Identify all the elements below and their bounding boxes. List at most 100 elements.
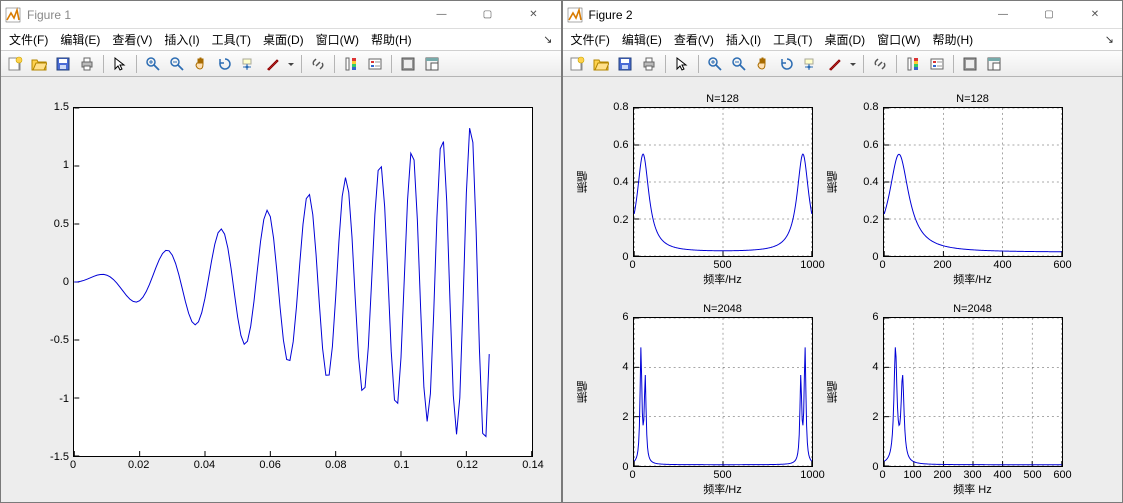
plot-area-1: 00.020.040.060.080.10.120.14-1.5-1-0.500… (1, 77, 561, 502)
link-button[interactable] (869, 53, 891, 75)
menu-file[interactable]: 文件(F) (565, 29, 616, 50)
xtick-label: 600 (1053, 469, 1071, 481)
menu-help[interactable]: 帮助(H) (926, 29, 979, 50)
xtick-label: 0.1 (394, 459, 409, 471)
menubar-expand-icon[interactable]: ↘ (537, 31, 558, 48)
ytick-label: -1 (59, 393, 69, 405)
open-button[interactable] (590, 53, 612, 75)
xtick-label: 0.06 (259, 459, 280, 471)
pointer-button[interactable] (671, 53, 693, 75)
ytick-label: 6 (622, 311, 628, 323)
dropdown-button[interactable] (848, 53, 858, 75)
xtick-label: 0.14 (522, 459, 543, 471)
ytick-label: 4 (872, 361, 878, 373)
axes-xlabel: 频率/Hz (703, 481, 742, 497)
new-figure-button[interactable] (4, 53, 26, 75)
brush-button[interactable] (262, 53, 284, 75)
data-cursor-button[interactable] (800, 53, 822, 75)
ytick-label: 2 (622, 411, 628, 423)
menu-window[interactable]: 窗口(W) (310, 29, 365, 50)
minimize-button[interactable]: — (980, 1, 1026, 29)
axes-xlabel: 频率/Hz (953, 271, 992, 287)
menu-edit[interactable]: 编辑(E) (54, 29, 106, 50)
ytick-label: 0 (872, 461, 878, 473)
ytick-label: 1.5 (54, 101, 69, 113)
legend-button[interactable] (364, 53, 386, 75)
menu-window[interactable]: 窗口(W) (871, 29, 926, 50)
axes-fig2-1[interactable] (633, 107, 813, 257)
open-button[interactable] (28, 53, 50, 75)
maximize-button[interactable]: ▢ (465, 1, 511, 29)
ytick-label: 0.4 (613, 176, 628, 188)
menu-tools[interactable]: 工具(T) (206, 29, 257, 50)
colorbar-button[interactable] (902, 53, 924, 75)
pan-button[interactable] (752, 53, 774, 75)
dropdown-button[interactable] (286, 53, 296, 75)
zoom-out-button[interactable] (166, 53, 188, 75)
toolbar (1, 51, 561, 77)
zoom-out-button[interactable] (728, 53, 750, 75)
xtick-label: 0 (879, 469, 885, 481)
axes-title: N=128 (706, 93, 739, 105)
hide-tools-button[interactable] (959, 53, 981, 75)
print-button[interactable] (638, 53, 660, 75)
new-figure-button[interactable] (566, 53, 588, 75)
legend-button[interactable] (926, 53, 948, 75)
menu-tools[interactable]: 工具(T) (767, 29, 818, 50)
rotate-button[interactable] (214, 53, 236, 75)
brush-button[interactable] (824, 53, 846, 75)
menu-desktop[interactable]: 桌面(D) (257, 29, 310, 50)
menu-edit[interactable]: 编辑(E) (616, 29, 668, 50)
xtick-label: 0.04 (194, 459, 215, 471)
maximize-button[interactable]: ▢ (1026, 1, 1072, 29)
ytick-label: 0.4 (863, 176, 878, 188)
menu-view[interactable]: 查看(V) (668, 29, 720, 50)
data-cursor-button[interactable] (238, 53, 260, 75)
xtick-label: 400 (993, 469, 1011, 481)
axes-fig2-4[interactable] (883, 317, 1063, 467)
titlebar[interactable]: Figure 2 — ▢ ✕ (563, 1, 1123, 29)
axes-title: N=128 (956, 93, 989, 105)
hide-tools-button[interactable] (397, 53, 419, 75)
menu-file[interactable]: 文件(F) (3, 29, 54, 50)
rotate-button[interactable] (776, 53, 798, 75)
axes-fig2-2[interactable] (883, 107, 1063, 257)
save-button[interactable] (614, 53, 636, 75)
dock-button[interactable] (421, 53, 443, 75)
pointer-button[interactable] (109, 53, 131, 75)
save-button[interactable] (52, 53, 74, 75)
pan-button[interactable] (190, 53, 212, 75)
dock-button[interactable] (983, 53, 1005, 75)
menu-help[interactable]: 帮助(H) (365, 29, 418, 50)
zoom-in-button[interactable] (142, 53, 164, 75)
menubar: 文件(F) 编辑(E) 查看(V) 插入(I) 工具(T) 桌面(D) 窗口(W… (1, 29, 561, 51)
window-title: Figure 1 (27, 8, 419, 22)
matlab-icon (5, 7, 21, 23)
menu-desktop[interactable]: 桌面(D) (818, 29, 871, 50)
axes-ylabel: 振幅 (575, 171, 591, 193)
axes-ylabel: 振幅 (825, 381, 841, 403)
xtick-label: 0 (70, 459, 76, 471)
xtick-label: 300 (963, 469, 981, 481)
xtick-label: 400 (993, 259, 1011, 271)
menu-view[interactable]: 查看(V) (106, 29, 158, 50)
axes-fig2-3[interactable] (633, 317, 813, 467)
print-button[interactable] (76, 53, 98, 75)
close-button[interactable]: ✕ (1072, 1, 1118, 29)
menubar-expand-icon[interactable]: ↘ (1099, 31, 1120, 48)
colorbar-button[interactable] (340, 53, 362, 75)
menu-insert[interactable]: 插入(I) (158, 29, 205, 50)
xtick-label: 0 (629, 469, 635, 481)
ytick-label: 0.6 (863, 139, 878, 151)
minimize-button[interactable]: — (419, 1, 465, 29)
ytick-label: 2 (872, 411, 878, 423)
titlebar[interactable]: Figure 1 — ▢ ✕ (1, 1, 561, 29)
xtick-label: 0.08 (325, 459, 346, 471)
ytick-label: -0.5 (50, 334, 69, 346)
close-button[interactable]: ✕ (511, 1, 557, 29)
axes-fig1[interactable] (73, 107, 533, 457)
zoom-in-button[interactable] (704, 53, 726, 75)
ytick-label: 0 (872, 251, 878, 263)
menu-insert[interactable]: 插入(I) (720, 29, 767, 50)
link-button[interactable] (307, 53, 329, 75)
